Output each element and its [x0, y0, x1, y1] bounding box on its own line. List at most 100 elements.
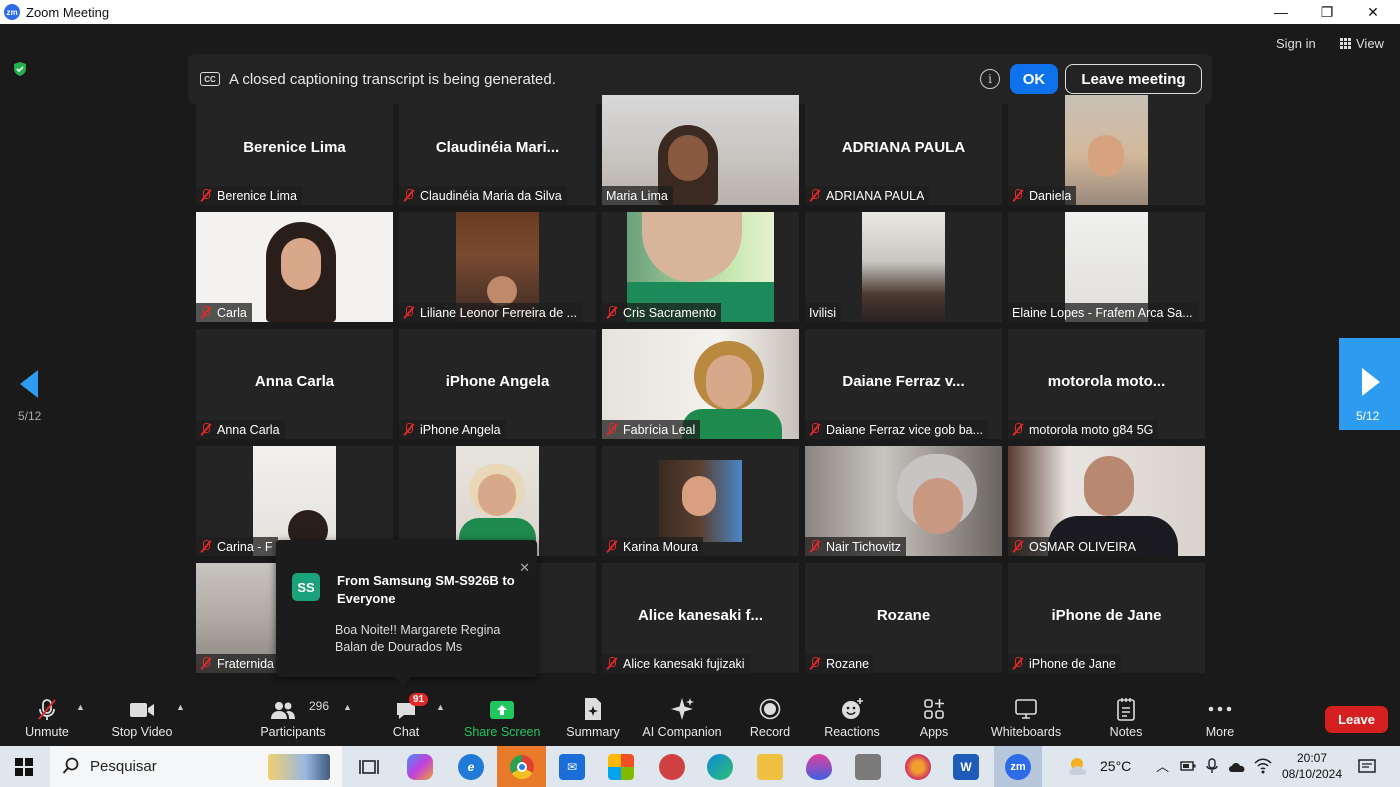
- file-explorer-icon[interactable]: [757, 754, 783, 780]
- zoom-taskbar-tab[interactable]: zm: [994, 746, 1042, 787]
- participant-video-face: [913, 478, 963, 534]
- participant-tile[interactable]: Daniela: [1008, 95, 1205, 205]
- participant-tile[interactable]: Claudinéia Mari... Claudinéia Maria da S…: [399, 95, 596, 205]
- notification-icon[interactable]: [1357, 757, 1377, 777]
- microphone-tray-icon[interactable]: [1205, 758, 1219, 774]
- arrow-left-icon: [20, 370, 38, 398]
- edge-icon[interactable]: [707, 754, 733, 780]
- view-button[interactable]: View: [1340, 36, 1384, 51]
- mic-muted-icon: [1012, 189, 1023, 202]
- participants-icon: [271, 702, 296, 719]
- participant-video: [862, 212, 945, 322]
- next-page-button[interactable]: 5/12: [1339, 338, 1400, 430]
- word-icon[interactable]: W: [953, 754, 979, 780]
- page-indicator-left: 5/12: [18, 409, 42, 423]
- participant-tile[interactable]: Daiane Ferraz v... Daiane Ferraz vice go…: [805, 329, 1002, 439]
- chrome-active-tab[interactable]: [497, 746, 546, 787]
- ai-companion-button[interactable]: AI Companion: [640, 688, 724, 746]
- leave-meeting-button[interactable]: Leave meeting: [1065, 64, 1202, 94]
- weather-icon[interactable]: [1066, 755, 1094, 779]
- whiteboards-button[interactable]: Whiteboards: [988, 688, 1064, 746]
- mic-muted-icon: [1012, 540, 1023, 553]
- chevron-up-icon[interactable]: ︿: [1156, 756, 1169, 775]
- ok-button[interactable]: OK: [1010, 64, 1058, 94]
- restore-button[interactable]: ❐: [1304, 0, 1350, 24]
- view-label: View: [1356, 36, 1384, 51]
- app-icon-gray[interactable]: [855, 754, 881, 780]
- closed-caption-icon: CC: [200, 72, 220, 86]
- sender-avatar: SS: [292, 573, 320, 601]
- participant-tile[interactable]: iPhone de Jane iPhone de Jane: [1008, 563, 1205, 673]
- app-icon[interactable]: [659, 754, 685, 780]
- participant-tile[interactable]: motorola moto... motorola moto g84 5G: [1008, 329, 1205, 439]
- copilot-icon[interactable]: [407, 754, 433, 780]
- video-options-caret[interactable]: ▲: [176, 702, 185, 712]
- participant-video-face: [487, 276, 517, 306]
- participant-tile[interactable]: Alice kanesaki f... Alice kanesaki fujiz…: [602, 563, 799, 673]
- firefox-icon[interactable]: [905, 754, 931, 780]
- meeting-stage: CC A closed captioning transcript is bei…: [0, 24, 1400, 688]
- summary-button[interactable]: Summary: [564, 688, 622, 746]
- participant-tile[interactable]: OSMAR OLIVEIRA: [1008, 446, 1205, 556]
- notes-button[interactable]: Notes: [1102, 688, 1150, 746]
- task-view-icon[interactable]: [359, 758, 379, 776]
- chat-options-caret[interactable]: ▲: [436, 702, 445, 712]
- apps-button[interactable]: Apps: [912, 688, 956, 746]
- participant-tile[interactable]: Cris Sacramento: [602, 212, 799, 322]
- participant-display-name: motorola moto...: [1047, 373, 1166, 390]
- close-icon[interactable]: ✕: [519, 560, 530, 576]
- mail-icon[interactable]: ✉: [559, 754, 585, 780]
- windows-start-icon[interactable]: [15, 758, 33, 776]
- clock-date: 08/10/2024: [1281, 767, 1343, 781]
- participant-tile[interactable]: Rozane Rozane: [805, 563, 1002, 673]
- leave-button[interactable]: Leave: [1325, 706, 1388, 733]
- more-button[interactable]: More: [1196, 688, 1244, 746]
- chat-notification[interactable]: SS From Samsung SM-S926B to Everyone Boa…: [276, 540, 537, 685]
- participant-video-face: [281, 238, 321, 290]
- cloud-icon[interactable]: [1227, 759, 1247, 773]
- close-window-button[interactable]: ✕: [1350, 0, 1396, 24]
- participant-display-name: Claudinéia Mari...: [435, 139, 560, 156]
- minimize-button[interactable]: —: [1258, 0, 1304, 24]
- participant-tile[interactable]: Karina Moura: [602, 446, 799, 556]
- droplet-app-icon[interactable]: [806, 754, 832, 780]
- participants-options-caret[interactable]: ▲: [343, 702, 352, 712]
- participant-tile[interactable]: Maria Lima: [602, 95, 799, 205]
- participant-tile[interactable]: iPhone Angela iPhone Angela: [399, 329, 596, 439]
- taskbar-clock[interactable]: 20:07 08/10/2024: [1280, 750, 1344, 782]
- unmute-button[interactable]: Unmute: [16, 688, 78, 746]
- participant-nametag: Fabrícia Leal: [602, 420, 701, 439]
- internet-explorer-icon[interactable]: e: [458, 754, 484, 780]
- chat-button[interactable]: 91 Chat: [385, 688, 429, 746]
- info-icon[interactable]: i: [980, 69, 1000, 89]
- participants-button[interactable]: 296 Participants: [258, 688, 329, 746]
- participant-nametag: motorola moto g84 5G: [1008, 420, 1159, 439]
- share-screen-button[interactable]: Share Screen: [464, 688, 540, 746]
- participant-nametag: Alice kanesaki fujizaki: [602, 654, 750, 673]
- previous-page-button[interactable]: 5/12: [12, 364, 52, 424]
- participant-tile[interactable]: ADRIANA PAULA ADRIANA PAULA: [805, 95, 1002, 205]
- participant-tile[interactable]: Anna Carla Anna Carla: [196, 329, 393, 439]
- battery-icon[interactable]: [1180, 760, 1196, 772]
- wifi-icon[interactable]: [1254, 758, 1272, 774]
- taskbar-search[interactable]: Pesquisar: [50, 746, 342, 787]
- mic-muted-icon: [606, 540, 617, 553]
- shield-icon[interactable]: [12, 61, 28, 77]
- search-icon: [62, 757, 79, 774]
- participant-tile[interactable]: Fabrícia Leal: [602, 329, 799, 439]
- sign-in-link[interactable]: Sign in: [1276, 36, 1316, 51]
- participant-tile[interactable]: Berenice Lima Berenice Lima: [196, 95, 393, 205]
- mic-muted-icon: [1012, 657, 1023, 670]
- participant-tile[interactable]: Liliane Leonor Ferreira de ...: [399, 212, 596, 322]
- participant-tile[interactable]: Carla: [196, 212, 393, 322]
- clock-time: 20:07: [1296, 751, 1328, 765]
- audio-options-caret[interactable]: ▲: [76, 702, 85, 712]
- record-button[interactable]: Record: [746, 688, 794, 746]
- participant-tile[interactable]: Ivilisi: [805, 212, 1002, 322]
- video-camera-icon: [130, 703, 154, 717]
- stop-video-button[interactable]: Stop Video: [108, 688, 176, 746]
- participant-tile[interactable]: Elaine Lopes - Frafem Arca Sa...: [1008, 212, 1205, 322]
- reactions-button[interactable]: Reactions: [822, 688, 882, 746]
- microsoft-store-icon[interactable]: [608, 754, 634, 780]
- participant-tile[interactable]: Nair Tichovitz: [805, 446, 1002, 556]
